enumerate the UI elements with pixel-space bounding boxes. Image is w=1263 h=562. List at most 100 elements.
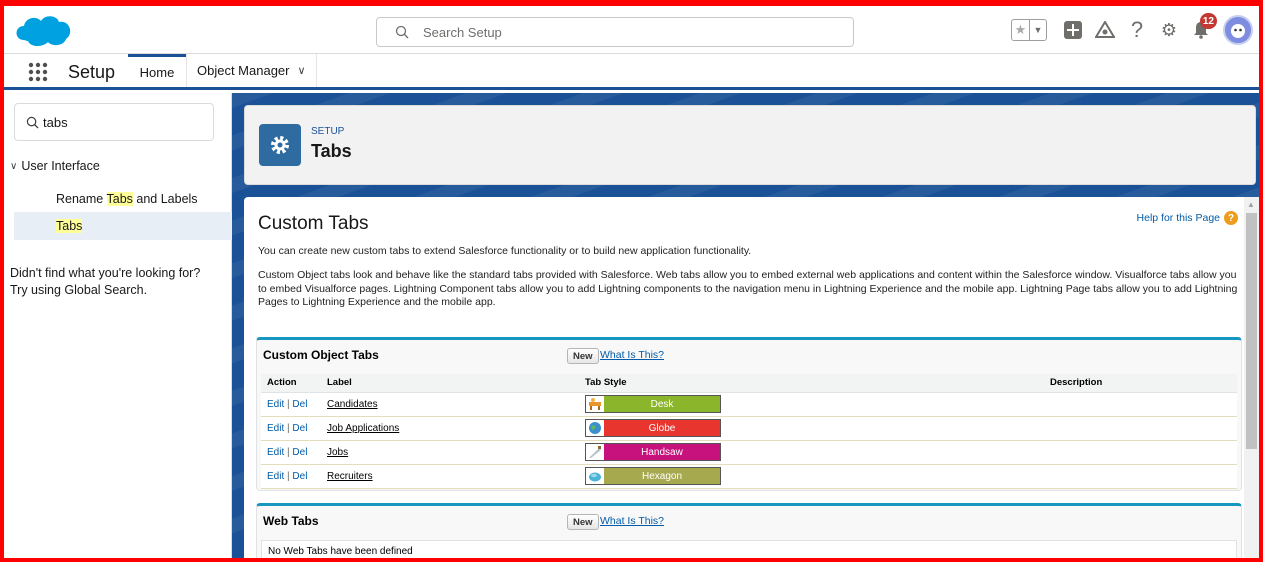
app-launcher-icon[interactable]: [28, 62, 48, 82]
separator: |: [287, 422, 290, 434]
search-icon: [26, 116, 39, 129]
trailhead-icon[interactable]: [1093, 18, 1117, 42]
hexagon-icon: [586, 468, 604, 484]
tab-style-cell: Handsaw: [579, 440, 1044, 465]
chevron-down-icon[interactable]: ∨: [10, 161, 17, 172]
table-row: Edit | Del Candidates Desk: [261, 392, 1237, 417]
header-utility-icons: ★ ▼ ? ⚙ 12: [1011, 13, 1253, 46]
what-is-this-link[interactable]: What Is This?: [600, 515, 664, 527]
tab-label-link[interactable]: Job Applications: [327, 423, 399, 434]
content-scrollbar[interactable]: ▲: [1244, 197, 1259, 558]
tab-style-swatch: Hexagon: [585, 467, 721, 485]
separator: |: [287, 470, 290, 482]
chevron-down-icon[interactable]: ∨: [298, 64, 306, 77]
help-icon[interactable]: ?: [1224, 211, 1238, 225]
column-header-action: Action: [261, 374, 321, 393]
scroll-up-arrow-icon[interactable]: ▲: [1247, 200, 1255, 209]
quick-find-value: tabs: [43, 115, 68, 130]
new-custom-object-tab-button[interactable]: New: [567, 348, 599, 364]
tab-style-name: Handsaw: [604, 444, 720, 460]
del-link[interactable]: Del: [292, 447, 307, 458]
block-title: Custom Object Tabs: [263, 348, 379, 362]
description-cell: [1044, 392, 1237, 417]
tab-label-link[interactable]: Candidates: [327, 399, 378, 410]
page-header: SETUP Tabs: [244, 105, 1256, 185]
edit-link[interactable]: Edit: [267, 471, 284, 482]
edit-link[interactable]: Edit: [267, 423, 284, 434]
edit-link[interactable]: Edit: [267, 447, 284, 458]
tab-label-link[interactable]: Jobs: [327, 447, 348, 458]
description-cell: [1044, 464, 1237, 489]
tree-section-label: User Interface: [21, 159, 100, 173]
tab-style-name: Desk: [604, 396, 720, 412]
new-web-tab-button[interactable]: New: [567, 514, 599, 530]
block-title: Web Tabs: [263, 514, 319, 528]
help-for-this-page-link[interactable]: Help for this Page ?: [1137, 211, 1238, 225]
action-cell: Edit | Del: [261, 416, 321, 441]
tab-object-manager[interactable]: Object Manager ∨: [186, 54, 317, 87]
desk-icon: [586, 396, 604, 412]
help-icon[interactable]: ?: [1125, 17, 1149, 42]
intro-text: You can create new custom tabs to extend…: [258, 245, 752, 257]
section-title: Custom Tabs: [258, 213, 369, 234]
custom-object-tabs-table: Action Label Tab Style Description Edit …: [261, 374, 1237, 489]
tab-object-manager-label: Object Manager: [197, 63, 290, 78]
global-header: Search Setup ★ ▼ ? ⚙ 12: [4, 6, 1259, 54]
tab-style-name: Hexagon: [604, 468, 720, 484]
label-cell: Job Applications: [321, 416, 579, 441]
search-highlight: Tabs: [106, 192, 133, 206]
global-search-box[interactable]: Search Setup: [376, 17, 854, 47]
sidebar-item-label: Tabs: [56, 219, 83, 233]
table-body: Edit | Del Candidates Desk Edit | Del Job Ap…: [261, 392, 1237, 489]
sidebar-item-rename-tabs-and-labels[interactable]: Rename Tabs and Labels: [14, 185, 232, 213]
page-title: Tabs: [311, 141, 352, 161]
table-row: Edit | Del Jobs Handsaw: [261, 440, 1237, 465]
setup-gear-icon: [259, 124, 301, 166]
sidebar-item-tabs[interactable]: Tabs: [14, 212, 232, 240]
label-cell: Candidates: [321, 392, 579, 417]
tree-section-user-interface[interactable]: ∨ User Interface: [10, 159, 100, 173]
favorites-dropdown-icon[interactable]: ▼: [1030, 20, 1046, 40]
tab-label-link[interactable]: Recruiters: [327, 471, 373, 482]
help-link-label: Help for this Page: [1136, 212, 1220, 224]
setup-sidebar: tabs ∨ User Interface Rename Tabs and La…: [4, 93, 232, 558]
edit-link[interactable]: Edit: [267, 399, 284, 410]
favorites-star-icon[interactable]: ★: [1012, 20, 1030, 40]
salesforce-logo[interactable]: [12, 10, 76, 50]
column-header-tab-style: Tab Style: [579, 374, 1044, 393]
description-text: Custom Object tabs look and behave like …: [258, 269, 1238, 308]
favorites-control[interactable]: ★ ▼: [1011, 19, 1047, 41]
separator: |: [287, 398, 290, 410]
del-link[interactable]: Del: [292, 423, 307, 434]
context-bar: Setup Home Object Manager ∨: [4, 54, 1259, 90]
screen-frame: Search Setup ★ ▼ ? ⚙ 12 Setup Home Objec…: [0, 0, 1263, 562]
table-header-row: Action Label Tab Style Description: [261, 374, 1237, 393]
table-row: Edit | Del Recruiters Hexagon: [261, 464, 1237, 489]
description-cell: [1044, 440, 1237, 465]
separator: |: [287, 446, 290, 458]
search-highlight: Tabs: [56, 219, 83, 233]
tab-style-swatch: Globe: [585, 419, 721, 437]
search-icon: [395, 25, 409, 39]
sidebar-item-label: Rename Tabs and Labels: [56, 192, 198, 206]
handsaw-icon: [586, 444, 604, 460]
action-cell: Edit | Del: [261, 440, 321, 465]
tab-style-swatch: Handsaw: [585, 443, 721, 461]
hint-line: Didn't find what you're looking for?: [10, 266, 201, 280]
custom-tabs-panel: Custom Tabs Help for this Page ? You can…: [244, 197, 1244, 558]
custom-object-tabs-block: Custom Object Tabs New What Is This? Act…: [256, 337, 1242, 491]
notification-count-badge: 12: [1199, 13, 1217, 29]
quick-find-input[interactable]: tabs: [14, 103, 214, 141]
tab-home[interactable]: Home: [128, 54, 186, 87]
scrollbar-thumb[interactable]: [1246, 213, 1257, 449]
del-link[interactable]: Del: [292, 399, 307, 410]
avatar[interactable]: [1223, 15, 1253, 45]
tab-home-label: Home: [139, 64, 175, 80]
main-content-area: SETUP Tabs Custom Tabs Help for this Pag…: [232, 93, 1259, 558]
notifications-bell-icon[interactable]: 12: [1189, 13, 1217, 42]
setup-gear-icon[interactable]: ⚙: [1157, 18, 1181, 42]
global-actions-add-icon[interactable]: [1061, 18, 1085, 42]
what-is-this-link[interactable]: What Is This?: [600, 349, 664, 361]
hint-line: Try using Global Search.: [10, 283, 148, 297]
del-link[interactable]: Del: [292, 471, 307, 482]
